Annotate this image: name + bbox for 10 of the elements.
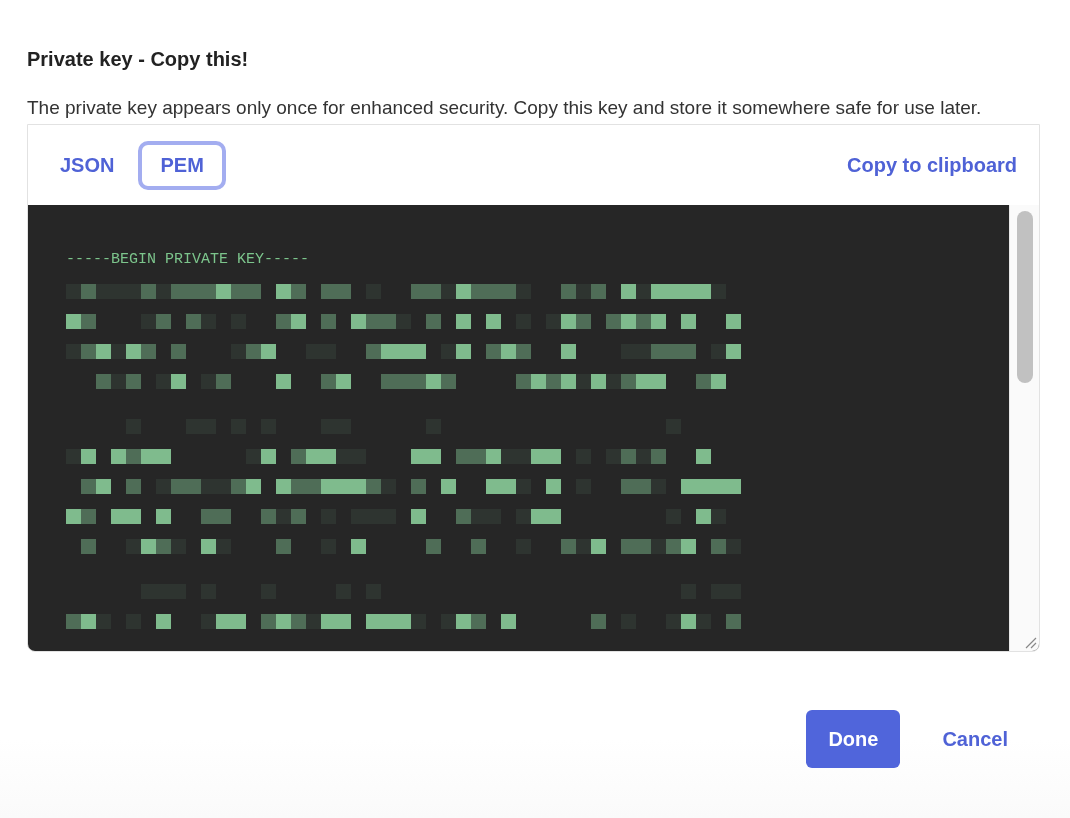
scrollbar[interactable] bbox=[1009, 205, 1039, 651]
cancel-button[interactable]: Cancel bbox=[920, 710, 1030, 768]
format-tab[interactable]: JSON bbox=[38, 140, 137, 190]
copy-button[interactable]: Copy to clipboard bbox=[847, 153, 1017, 177]
key-header: -----BEGIN PRIVATE KEY----- bbox=[66, 251, 311, 268]
resize-grip-icon[interactable] bbox=[1023, 635, 1037, 649]
format-tab[interactable]: PEM bbox=[138, 140, 226, 190]
dialog-description: The private key appears only once for enhanced security. Copy this key and store it somewhere safe for use later. bbox=[27, 96, 983, 120]
done-button[interactable]: Done bbox=[806, 710, 901, 768]
dialog-title: Private key - Copy this! bbox=[27, 48, 250, 71]
